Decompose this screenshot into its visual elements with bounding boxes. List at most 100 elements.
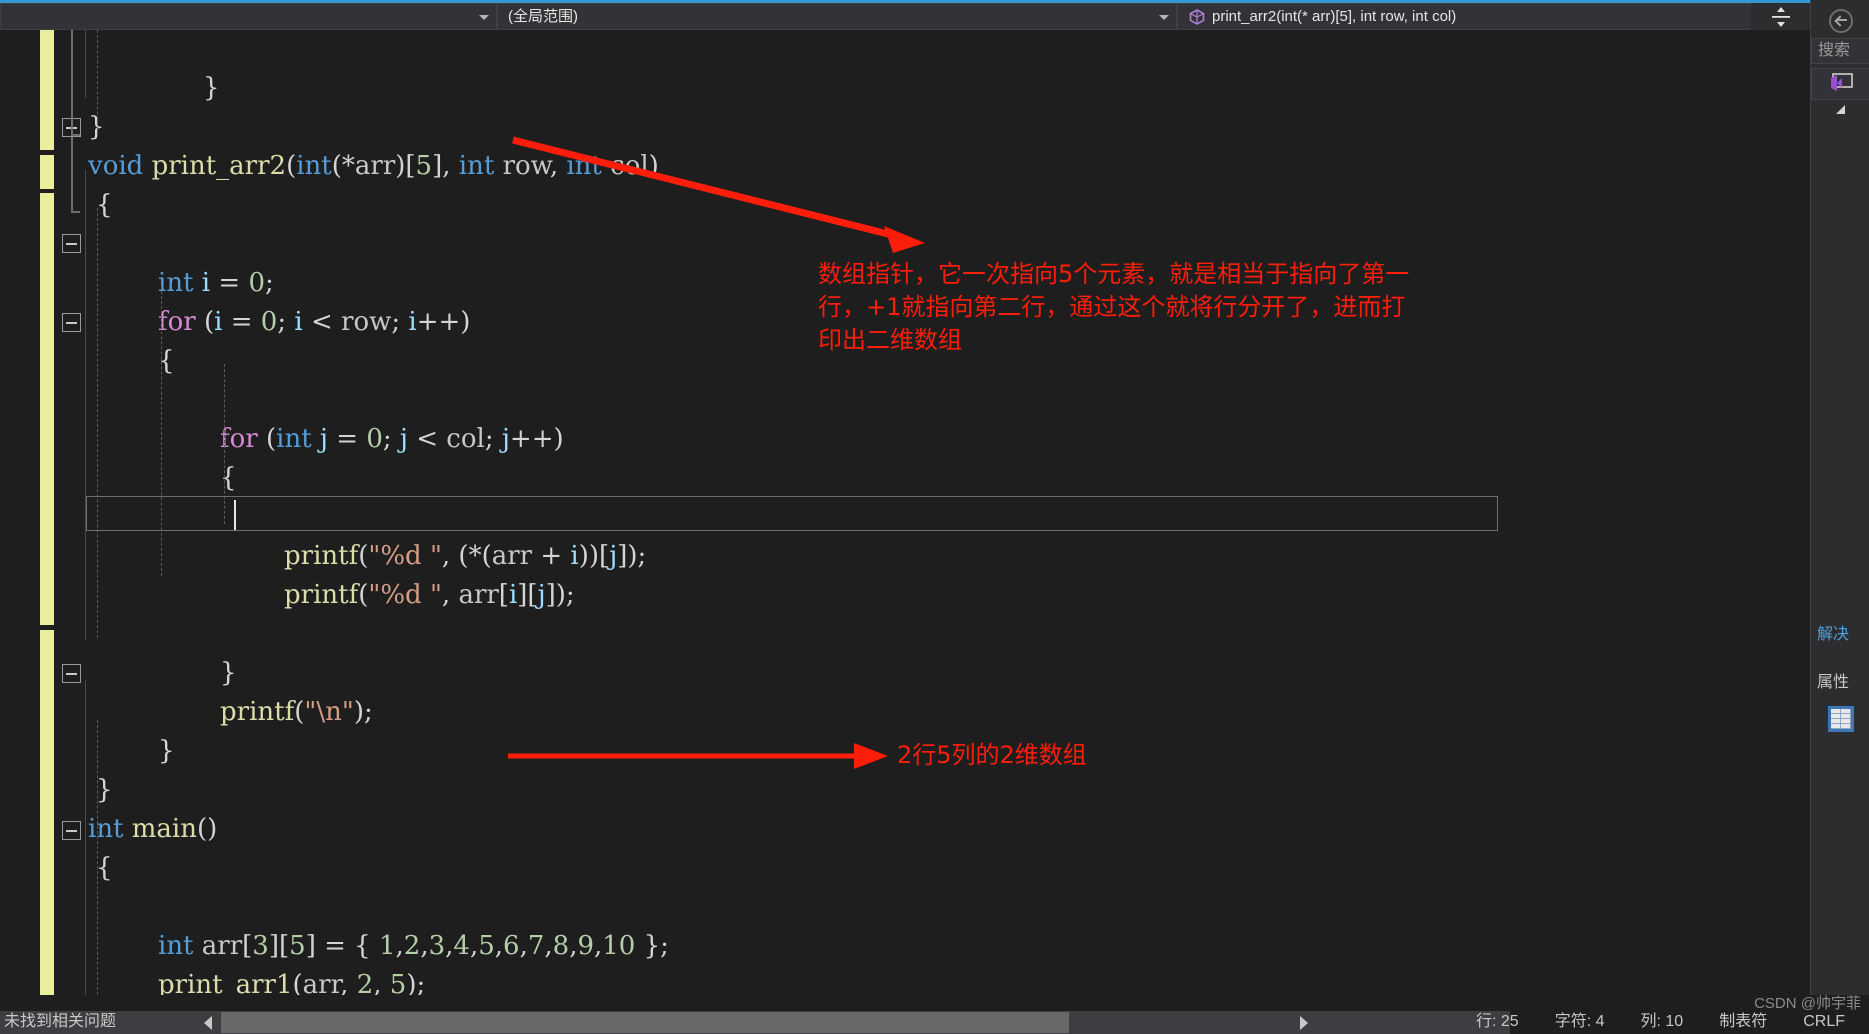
code-token: = — [210, 268, 249, 298]
code-token: 7 — [527, 931, 545, 961]
code-token: ); — [406, 970, 426, 995]
code-token: 0 — [366, 424, 383, 454]
code-line[interactable]: } — [0, 732, 1740, 771]
indent-guide — [85, 30, 86, 98]
code-token: int — [276, 424, 312, 454]
code-token: row — [502, 151, 550, 181]
code-token: print_arr2 — [151, 151, 287, 181]
code-editor-surface[interactable]: }} void print_arr2(int(*arr)[5], int row,… — [0, 30, 1810, 995]
code-token: int — [158, 931, 194, 961]
code-token: main — [131, 814, 197, 844]
code-token: col — [446, 424, 485, 454]
code-token: , — [420, 931, 429, 961]
scroll-left-button[interactable] — [195, 1011, 221, 1034]
sidebar-search-placeholder: 搜索 — [1818, 42, 1851, 59]
code-token: ( — [286, 151, 297, 181]
code-token: i — [294, 307, 303, 337]
code-token: , — [340, 970, 357, 995]
code-token: ++) — [509, 424, 564, 454]
back-arrow-icon — [1828, 9, 1853, 33]
code-token: 5 — [478, 931, 495, 961]
code-line[interactable] — [0, 615, 1740, 654]
code-token: 1 — [378, 931, 396, 961]
code-line[interactable]: { — [0, 186, 1740, 225]
code-line[interactable]: for (int j = 0; j < col; j++) — [0, 420, 1740, 459]
code-token: arr — [201, 931, 243, 961]
code-token: ( — [358, 541, 369, 571]
code-token: arr — [458, 580, 499, 610]
code-token: "\n" — [304, 697, 354, 727]
code-token: , — [469, 931, 479, 961]
code-token: , — [544, 931, 553, 961]
code-token: } — [203, 73, 220, 103]
solution-explorer-tab[interactable]: 解决 — [1811, 620, 1869, 644]
properties-tab[interactable]: 属性 — [1811, 668, 1869, 692]
navigate-back-button[interactable] — [1811, 6, 1869, 36]
code-token: 0 — [260, 307, 278, 337]
code-line[interactable]: printf("%d ", arr[i][j]); — [0, 576, 1740, 615]
properties-grid-button[interactable] — [1811, 700, 1869, 738]
chevron-down-icon[interactable] — [476, 4, 492, 29]
code-line[interactable]: printf("%d ", (*(arr + i))[j]); — [0, 537, 1740, 576]
code-line[interactable]: { — [0, 849, 1740, 888]
member-value: print_arr2(int(* arr)[5], int row, int c… — [1212, 8, 1457, 25]
member-dropdown[interactable]: print_arr2(int(* arr)[5], int row, int c… — [1177, 3, 1810, 30]
code-token: print_arr1 — [158, 970, 293, 995]
code-token: , (*( — [441, 541, 492, 571]
code-token: 5 — [415, 151, 433, 181]
code-line[interactable]: print_arr1(arr, 2, 5); — [0, 966, 1740, 995]
text-caret — [234, 500, 236, 530]
code-token: printf — [284, 541, 359, 571]
code-token: [ — [242, 931, 253, 961]
code-token: < — [302, 307, 342, 337]
code-line[interactable]: } — [0, 771, 1740, 810]
code-line[interactable]: { — [0, 459, 1740, 498]
code-token: i — [570, 541, 579, 571]
scope-dropdown[interactable]: (全局范围) — [497, 3, 1177, 30]
code-token: , — [441, 580, 459, 610]
split-window-button[interactable] — [1751, 3, 1810, 30]
expand-node-toggle[interactable] — [1811, 98, 1869, 120]
code-line[interactable]: } — [0, 654, 1740, 693]
code-line[interactable] — [0, 30, 1740, 69]
annotation-array-pointer-text: 数组指针，它一次指向5个元素，就是相当于指向了第一 行，+1就指向第二行，通过这… — [818, 260, 1410, 354]
code-token: }; — [635, 931, 669, 961]
code-line[interactable]: void print_arr2(int(*arr)[5], int row, i… — [0, 147, 1740, 186]
code-token: int — [88, 814, 124, 844]
solution-root-node[interactable] — [1811, 68, 1869, 100]
code-line[interactable] — [0, 888, 1740, 927]
status-tabs[interactable]: 制表符 — [1701, 1011, 1785, 1033]
code-token: arr — [354, 151, 396, 181]
status-eol[interactable]: CRLF — [1785, 1011, 1863, 1033]
code-token: j — [501, 424, 510, 454]
code-line[interactable]: printf("\n"); — [0, 693, 1740, 732]
code-line[interactable]: int arr[3][5] = { 1,2,3,4,5,6,7,8,9,10 }… — [0, 927, 1740, 966]
code-line[interactable]: int main() — [0, 810, 1740, 849]
editor-horizontal-scrollbar[interactable] — [0, 1011, 1510, 1034]
code-token: int — [566, 151, 602, 181]
code-token: "%d " — [368, 580, 442, 610]
method-icon — [1188, 8, 1206, 26]
code-line[interactable]: } — [0, 69, 1740, 108]
chevron-down-icon[interactable] — [1156, 4, 1172, 29]
indent-guide — [97, 30, 98, 130]
status-bar: 未找到相关问题 行: 25 字符: 4 列: 10 制表符 CRLF CSDN … — [0, 995, 1869, 1034]
sidebar-search-input[interactable]: 搜索 — [1811, 38, 1869, 64]
code-token: 3 — [428, 931, 446, 961]
code-token: 8 — [552, 931, 570, 961]
code-line[interactable] — [0, 381, 1740, 420]
code-token: ]); — [617, 541, 647, 571]
scroll-right-button[interactable] — [1291, 1011, 1317, 1034]
code-line[interactable]: } — [0, 108, 1740, 147]
code-token: i — [408, 307, 417, 337]
chevron-right-icon — [1300, 1015, 1308, 1030]
right-tool-sidebar: 搜索 解决 属性 — [1810, 0, 1869, 1034]
project-scope-dropdown[interactable] — [0, 3, 497, 30]
hscrollbar-thumb[interactable] — [221, 1012, 1069, 1033]
code-token: for — [220, 424, 258, 454]
code-token: int — [158, 268, 194, 298]
code-token: ], — [432, 151, 459, 181]
